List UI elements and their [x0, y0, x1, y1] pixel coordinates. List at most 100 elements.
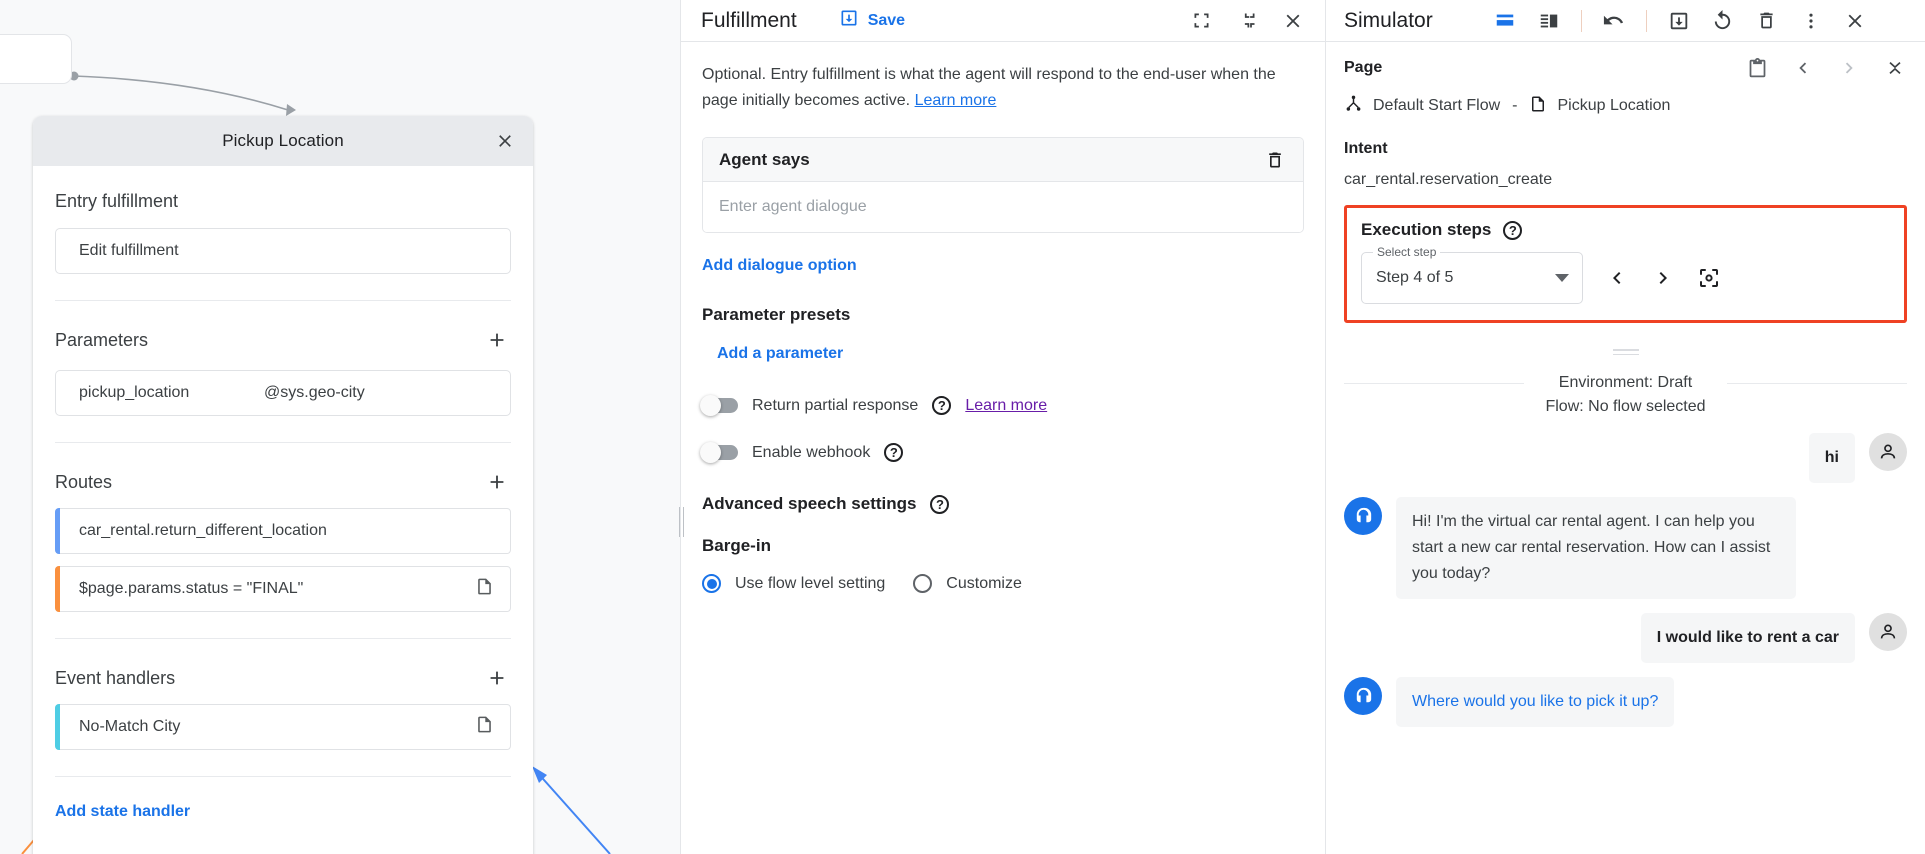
help-icon[interactable]: ?	[1503, 221, 1522, 240]
flow-canvas[interactable]: Pickup Location Entry fulfillment Edit f…	[0, 0, 680, 854]
add-a-parameter-link[interactable]: Add a parameter	[717, 345, 843, 362]
event-handler-label: No-Match City	[79, 718, 180, 736]
intent-value: car_rental.reservation_create	[1344, 171, 1907, 189]
undo-icon[interactable]	[1602, 9, 1626, 33]
breadcrumb: Default Start Flow - Pickup Location	[1344, 94, 1907, 118]
clipboard-icon[interactable]	[1745, 56, 1769, 80]
chat-bubble[interactable]: Where would you like to pick it up?	[1396, 677, 1674, 727]
route-label: car_rental.return_different_location	[79, 522, 327, 540]
divider	[1581, 10, 1582, 32]
fulfillment-header-actions	[1189, 9, 1305, 33]
chat-message-user: I would like to rent a car	[1344, 613, 1907, 663]
barge-in-customize-radio[interactable]	[913, 574, 932, 593]
save-button[interactable]: Save	[839, 8, 905, 33]
flow-line: Flow: No flow selected	[1344, 395, 1907, 419]
view-split-icon[interactable]	[1537, 9, 1561, 33]
routes-header: Routes	[55, 443, 511, 496]
fulfillment-description: Optional. Entry fulfillment is what the …	[702, 62, 1282, 114]
learn-more-link[interactable]: Learn more	[915, 92, 997, 109]
return-partial-response-row: Return partial response ? Learn more	[702, 396, 1304, 415]
avatar	[1869, 613, 1907, 651]
trash-icon[interactable]	[1263, 148, 1287, 172]
page-doc-icon[interactable]	[475, 715, 494, 739]
close-icon[interactable]	[1281, 9, 1305, 33]
chevron-left-icon[interactable]	[1791, 56, 1815, 80]
center-focus-icon[interactable]	[1697, 266, 1721, 290]
barge-in-heading: Barge-in	[702, 536, 1304, 556]
flow-icon	[1344, 94, 1363, 118]
execution-steps-header: Execution steps ?	[1361, 220, 1890, 240]
simulator-header: Simulator	[1326, 0, 1925, 42]
event-handler-row[interactable]: No-Match City	[55, 704, 511, 750]
fulfillment-panel: Fulfillment Save Optio	[680, 0, 1326, 854]
select-step-value: Step 4 of 5	[1376, 269, 1453, 287]
route-row[interactable]: car_rental.return_different_location	[55, 508, 511, 554]
intent-label: Intent	[1344, 140, 1907, 158]
page-title: Pickup Location	[222, 131, 344, 151]
chevron-down-icon	[1555, 274, 1569, 282]
fullscreen-collapse-icon[interactable]	[1235, 9, 1259, 33]
routes-heading: Routes	[55, 472, 112, 493]
view-list-active-icon[interactable]	[1493, 9, 1517, 33]
barge-in-use-flow-level-radio[interactable]	[702, 574, 721, 593]
simulator-view-tools	[1493, 9, 1867, 33]
panel-resize-handle[interactable]	[677, 505, 685, 539]
enable-webhook-label: Enable webhook	[752, 444, 870, 462]
page-doc-icon[interactable]	[475, 577, 494, 601]
app-root: Pickup Location Entry fulfillment Edit f…	[0, 0, 1925, 854]
fulfillment-title: Fulfillment	[701, 9, 797, 33]
save-download-icon	[839, 8, 859, 33]
parameters-header: Parameters	[55, 301, 511, 354]
trash-icon[interactable]	[1755, 9, 1779, 33]
agent-says-card: Agent says Enter agent dialogue	[702, 137, 1304, 233]
fullscreen-expand-icon[interactable]	[1189, 9, 1213, 33]
save-download-icon[interactable]	[1667, 9, 1691, 33]
more-vert-icon[interactable]	[1799, 9, 1823, 33]
divider	[1727, 383, 1907, 384]
add-dialogue-option-link[interactable]: Add dialogue option	[702, 257, 857, 274]
agent-dialogue-input[interactable]: Enter agent dialogue	[703, 182, 1303, 232]
parameters-heading: Parameters	[55, 330, 148, 351]
breadcrumb-separator: -	[1512, 97, 1517, 115]
fulfillment-header: Fulfillment Save	[681, 0, 1325, 42]
select-step-dropdown[interactable]: Select step Step 4 of 5	[1361, 252, 1583, 304]
step-selector-row: Select step Step 4 of 5	[1361, 252, 1890, 304]
barge-in-customize-label: Customize	[946, 575, 1022, 593]
page-nav-actions	[1745, 56, 1907, 80]
node-header: Pickup Location	[33, 116, 533, 166]
prev-step-button[interactable]	[1605, 266, 1629, 290]
execution-steps-label: Execution steps	[1361, 220, 1491, 240]
close-icon[interactable]	[1843, 9, 1867, 33]
learn-more-link[interactable]: Learn more	[965, 397, 1047, 415]
help-icon[interactable]: ?	[884, 443, 903, 462]
add-parameter-button[interactable]	[483, 326, 511, 354]
add-event-handler-button[interactable]	[483, 664, 511, 692]
event-handlers-header: Event handlers	[55, 639, 511, 692]
collapse-vertical-icon[interactable]	[1883, 56, 1907, 80]
help-icon[interactable]: ?	[932, 396, 951, 415]
divider	[55, 776, 511, 777]
close-icon[interactable]	[492, 128, 518, 154]
chevron-right-icon[interactable]	[1837, 56, 1861, 80]
route-row[interactable]: $page.params.status = "FINAL"	[55, 566, 511, 612]
breadcrumb-flow-name[interactable]: Default Start Flow	[1373, 97, 1500, 115]
chat-bubble: Hi! I'm the virtual car rental agent. I …	[1396, 497, 1796, 599]
enable-webhook-toggle[interactable]	[702, 445, 738, 460]
add-state-handler-link[interactable]: Add state handler	[55, 803, 190, 821]
barge-in-options: Use flow level setting Customize	[702, 574, 1304, 593]
add-route-button[interactable]	[483, 468, 511, 496]
node-body: Entry fulfillment Edit fulfillment Param…	[33, 166, 533, 821]
breadcrumb-page-name[interactable]: Pickup Location	[1557, 97, 1670, 115]
parameter-type: @sys.geo-city	[264, 384, 365, 402]
parameter-row[interactable]: pickup_location @sys.geo-city	[55, 370, 511, 416]
simulator-panel: Simulator	[1326, 0, 1925, 854]
next-step-button[interactable]	[1651, 266, 1675, 290]
restart-icon[interactable]	[1711, 9, 1735, 33]
upstream-node[interactable]	[0, 34, 72, 84]
return-partial-response-toggle[interactable]	[702, 398, 738, 413]
simulator-title: Simulator	[1344, 9, 1433, 33]
edit-fulfillment-button[interactable]: Edit fulfillment	[55, 228, 511, 274]
route-label: $page.params.status = "FINAL"	[79, 580, 303, 598]
panel-drag-grip[interactable]	[1344, 349, 1907, 355]
help-icon[interactable]: ?	[930, 495, 949, 514]
